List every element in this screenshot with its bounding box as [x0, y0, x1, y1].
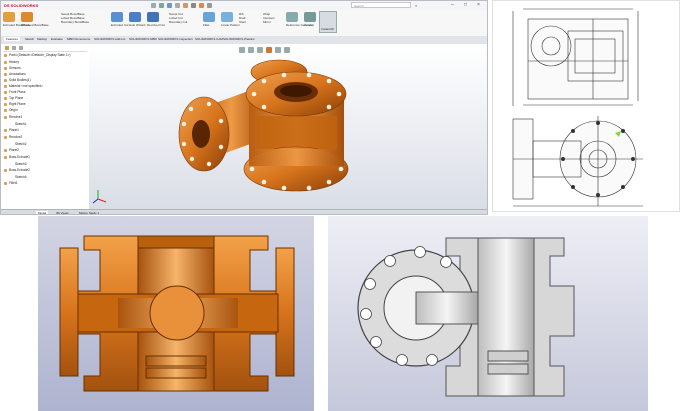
- save-icon[interactable]: [167, 3, 172, 8]
- tree-toolbar: [3, 46, 87, 52]
- ribbon-feature-group[interactable]: Rib Draft Shell: [239, 12, 246, 24]
- new-icon[interactable]: [151, 3, 156, 8]
- maximize-icon[interactable]: □: [464, 2, 467, 8]
- tree-item-top-plane[interactable]: Top Plane: [9, 96, 23, 100]
- tree-item-solid-bodies[interactable]: Solid Bodies(1): [9, 78, 31, 82]
- section-view-orange[interactable]: [38, 216, 314, 411]
- pipe-tee-3d-model[interactable]: [89, 44, 488, 209]
- command-manager: Extruded Boss/Base Revolved Boss/Base Sw…: [1, 10, 487, 37]
- options-icon[interactable]: [207, 3, 212, 8]
- app-brand: DS SOLIDWORKS: [4, 3, 39, 8]
- triad-icon: [92, 190, 107, 204]
- feature-manager-tree: Part4 (Default<<Default>_Display State 1…: [1, 44, 90, 209]
- tree-item-part[interactable]: Part4 (Default<<Default>_Display State 1…: [9, 53, 70, 57]
- graphics-area[interactable]: [89, 44, 488, 209]
- orange-section-model: [59, 235, 295, 392]
- tab-mbd-dimensions[interactable]: MBD Dimensions: [67, 37, 90, 41]
- tree-item-right-plane[interactable]: Right Plane: [9, 102, 25, 106]
- minimize-icon[interactable]: –: [451, 2, 454, 8]
- tab-mbd[interactable]: SOLIDWORKS MBD: [129, 37, 157, 41]
- section-view-grey[interactable]: [328, 216, 648, 411]
- tree-item-annotations[interactable]: Annotations: [9, 72, 26, 76]
- tree-item-revolve2[interactable]: Revolve2: [9, 135, 22, 139]
- tree-item-sketch2[interactable]: Sketch2: [15, 142, 27, 146]
- feature-tree-icon[interactable]: [5, 46, 9, 50]
- close-icon[interactable]: ×: [477, 2, 480, 8]
- technical-drawing: [492, 0, 680, 212]
- tree-item-sketch1[interactable]: Sketch1: [15, 122, 27, 126]
- tab-markup[interactable]: Markup: [37, 37, 47, 41]
- model-tabs: Model 3D Views Motion Study 1: [1, 209, 487, 214]
- ribbon-cut-group[interactable]: Swept Cut Lofted Cut Boundary Cut: [169, 12, 187, 24]
- tab-motion-study[interactable]: Motion Study 1: [79, 211, 99, 214]
- tree-item-boss-extrude2[interactable]: Boss-Extrude2: [9, 168, 30, 172]
- property-manager-icon[interactable]: [12, 46, 16, 50]
- solidworks-window: DS SOLIDWORKS Search ⌕ – □ × Extruded Bo…: [0, 0, 488, 215]
- rebuild-icon[interactable]: [199, 3, 204, 8]
- undo-icon[interactable]: [183, 3, 188, 8]
- quick-access-toolbar: [151, 3, 261, 8]
- tree-item-history[interactable]: History: [9, 60, 19, 64]
- tree-item-plane1[interactable]: Plane1: [9, 128, 19, 132]
- select-icon[interactable]: [191, 3, 196, 8]
- config-manager-icon[interactable]: [19, 46, 23, 50]
- tree-item-fillet1[interactable]: Fillet1: [9, 181, 18, 185]
- tab-features[interactable]: Features: [4, 37, 20, 41]
- drawing-sheet: [512, 8, 643, 207]
- tab-model[interactable]: Model: [36, 211, 49, 214]
- tab-3d-views[interactable]: 3D Views: [56, 211, 69, 214]
- ribbon-boss-group[interactable]: Swept Boss/Base Lofted Boss/Base Boundary …: [61, 12, 89, 24]
- tree-item-origin[interactable]: Origin: [9, 108, 18, 112]
- search-input[interactable]: Search: [351, 2, 411, 8]
- tree-item-sketch3[interactable]: Sketch3: [15, 162, 27, 166]
- tab-sketch[interactable]: Sketch: [25, 37, 34, 41]
- tree-item-material[interactable]: Material <not specified>: [9, 84, 43, 88]
- tree-item-front-plane[interactable]: Front Plane: [9, 90, 25, 94]
- tab-inspection[interactable]: SOLIDWORKS Inspection: [158, 37, 193, 41]
- grey-section-model: [357, 237, 575, 397]
- tree-item-sensors[interactable]: Sensors: [9, 66, 21, 70]
- ribbon-feature-group-2[interactable]: Wrap Intersect Mirror: [263, 12, 275, 24]
- search-icon[interactable]: ⌕: [415, 3, 417, 8]
- tab-addins[interactable]: SOLIDWORKS Add-Ins: [94, 37, 125, 41]
- tab-plastics[interactable]: SOLIDWORKS Plastics: [223, 37, 255, 41]
- tree-item-sketch4[interactable]: Sketch4: [15, 175, 27, 179]
- tab-cam[interactable]: SOLIDWORKS CAM: [195, 37, 223, 41]
- tab-evaluate[interactable]: Evaluate: [51, 37, 63, 41]
- tree-item-revolve1[interactable]: Revolve1: [9, 115, 22, 119]
- tree-item-boss-extrude1[interactable]: Boss-Extrude1: [9, 155, 30, 159]
- print-icon[interactable]: [175, 3, 180, 8]
- tree-item-plane2[interactable]: Plane2: [9, 148, 19, 152]
- open-icon[interactable]: [159, 3, 164, 8]
- ribbon-instant3d[interactable]: Instant3D: [319, 11, 337, 33]
